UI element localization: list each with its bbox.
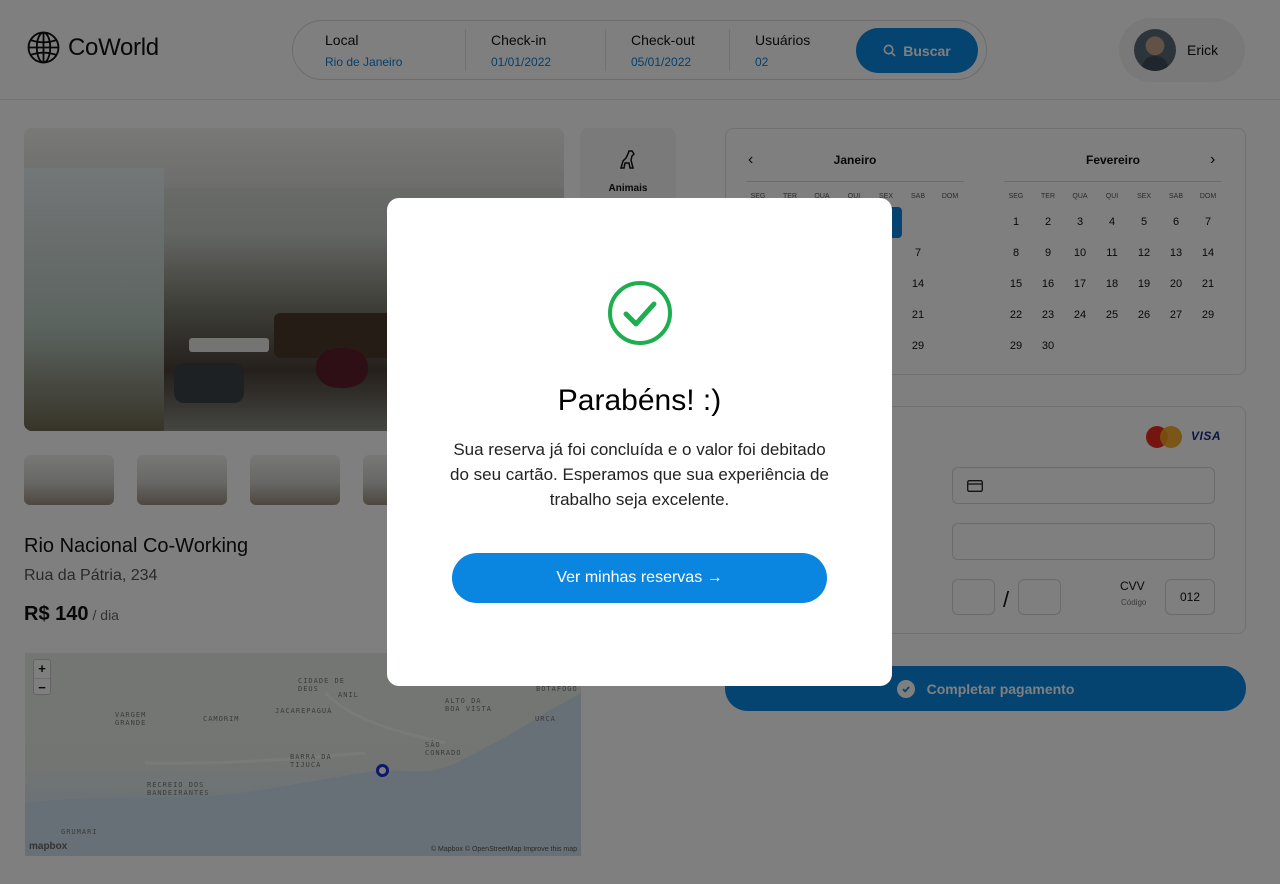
view-reservations-button[interactable]: Ver minhas reservas → bbox=[452, 553, 827, 603]
view-reservations-label: Ver minhas reservas → bbox=[556, 569, 723, 586]
check-circle-icon bbox=[608, 281, 672, 345]
modal-title: Parabéns! :) bbox=[557, 384, 722, 417]
success-modal: Parabéns! :) Sua reserva já foi concluíd… bbox=[387, 198, 892, 686]
modal-message: Sua reserva já foi concluída e o valor f… bbox=[450, 440, 829, 509]
